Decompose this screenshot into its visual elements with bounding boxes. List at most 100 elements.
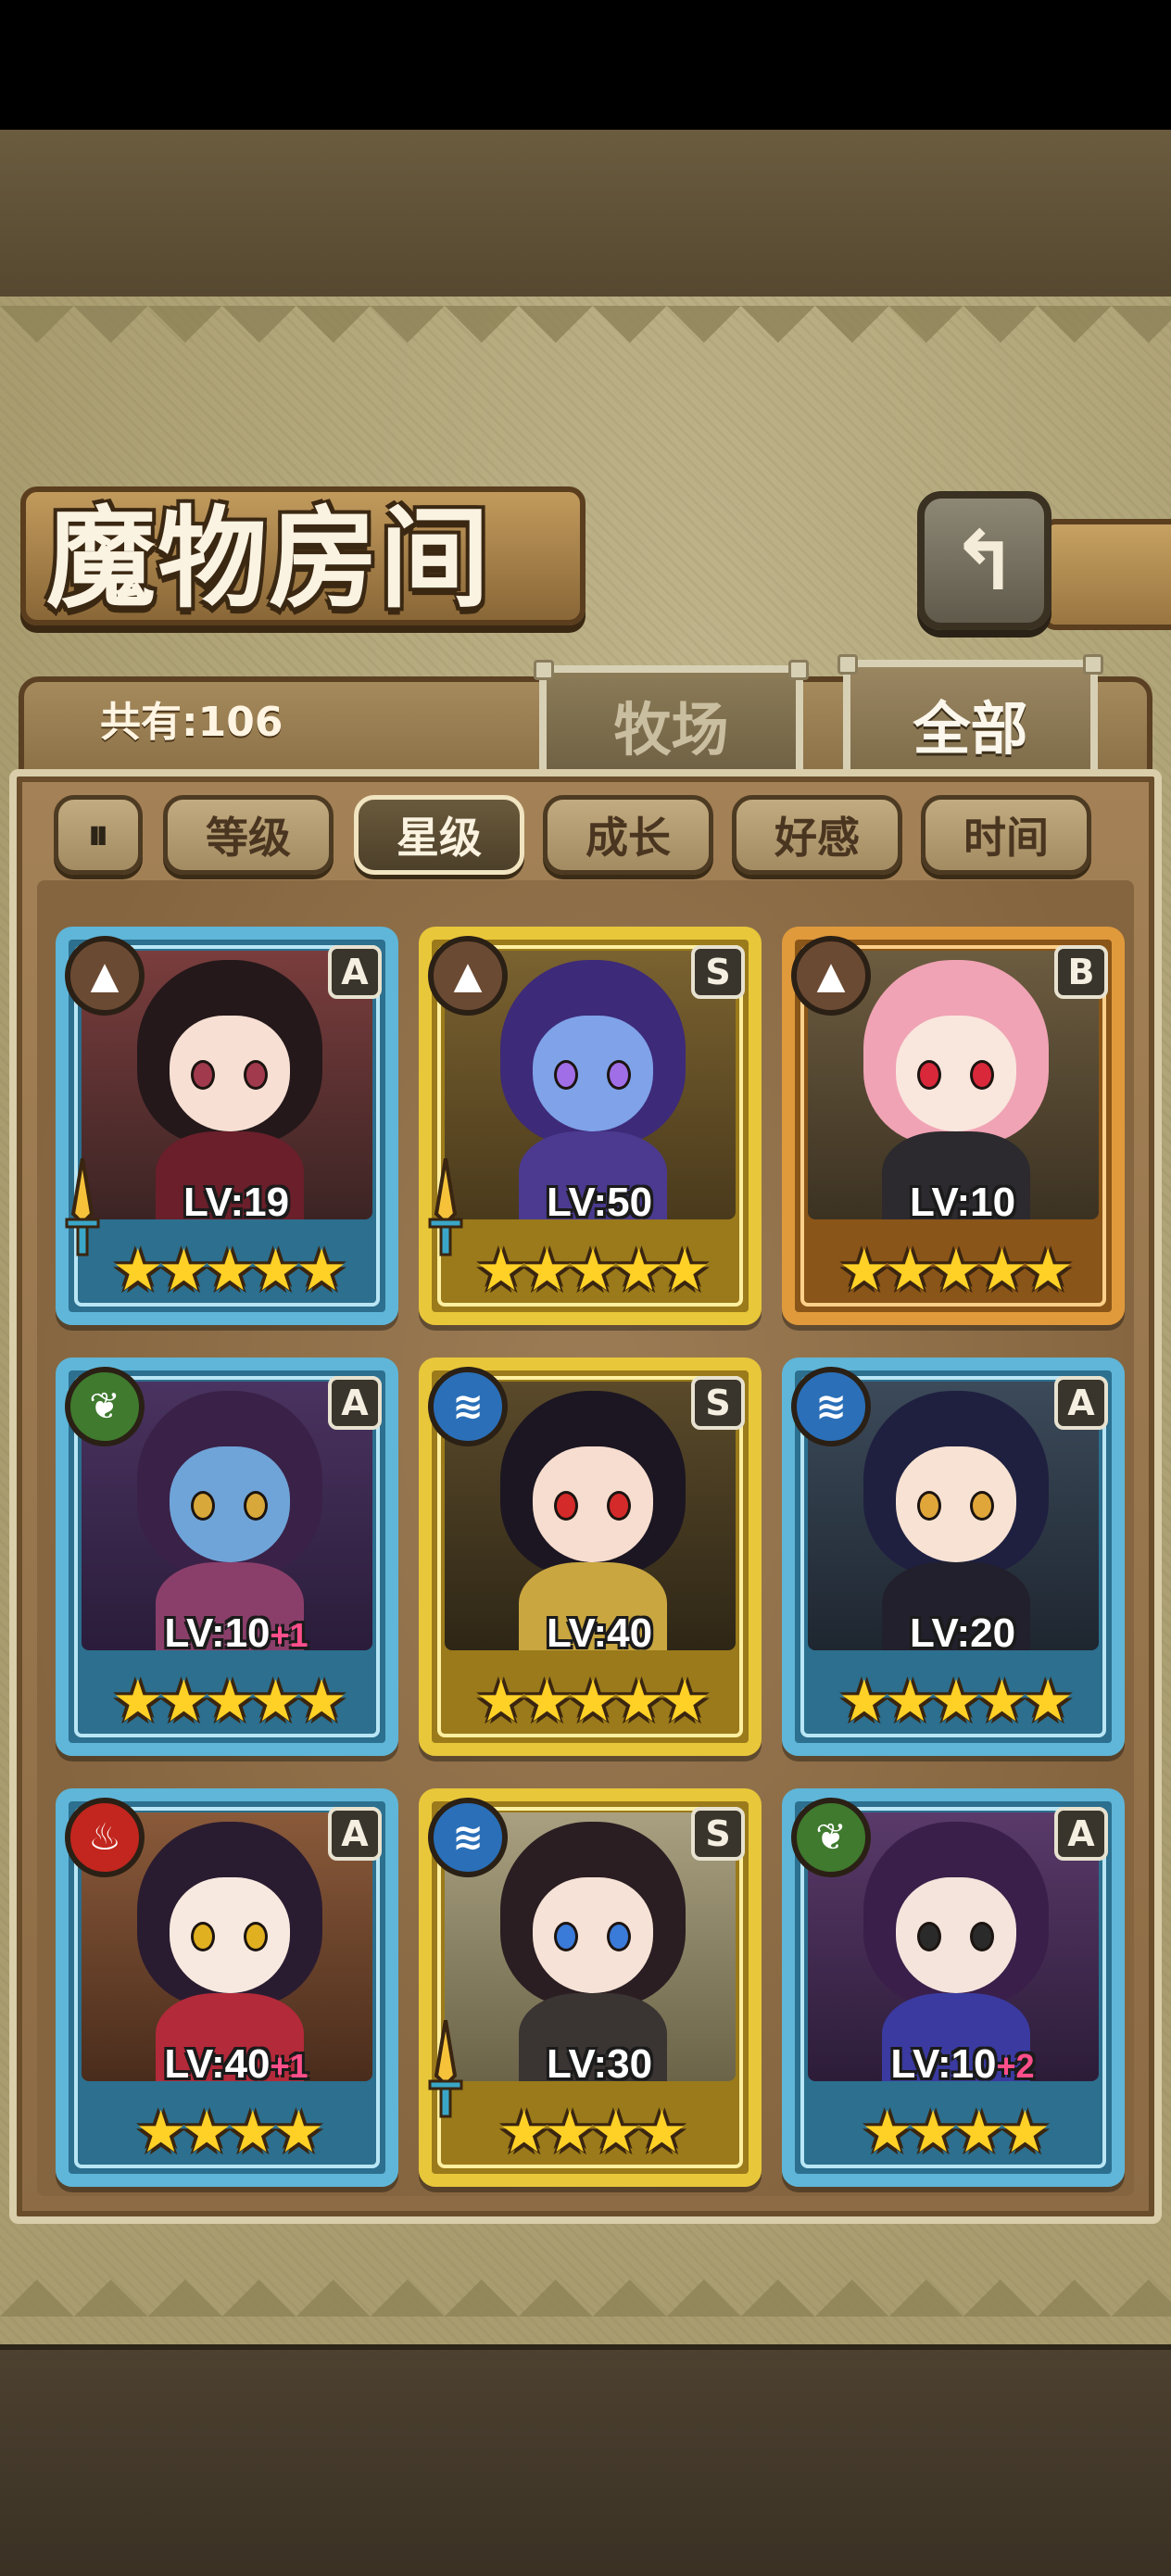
bottom-map-strip <box>0 2344 1171 2576</box>
rank-badge: B <box>1054 945 1108 999</box>
portrait-eye <box>970 1922 994 1951</box>
sort-affection-button[interactable]: 好感 <box>732 795 902 875</box>
tab-knob <box>788 660 809 680</box>
star-rating: ★★★★★ <box>93 1242 361 1307</box>
level-label: LV:10+1 <box>111 1606 361 1661</box>
sort-level-label: 等级 <box>206 813 291 863</box>
tab-farm-label: 牧场 <box>613 696 729 764</box>
rank-badge: S <box>691 1376 745 1430</box>
portrait-face <box>533 1446 653 1562</box>
sort-growth-button[interactable]: 成长 <box>543 795 713 875</box>
page-title: 魔物房间 <box>46 494 492 623</box>
portrait-eye <box>554 1060 578 1090</box>
back-button-tail <box>1042 519 1171 630</box>
sort-affection-label: 好感 <box>774 813 860 863</box>
level-bonus: +1 <box>270 1616 308 1654</box>
portrait-eye <box>554 1922 578 1951</box>
portrait-eye <box>607 1491 631 1521</box>
sort-growth-label: 成长 <box>586 813 671 863</box>
star-icons: ★★★★ <box>134 2098 324 2166</box>
level-label: LV:10 <box>837 1175 1088 1231</box>
star-icons: ★★★★★ <box>475 1236 711 1304</box>
star-rating: ★★★★★ <box>456 1673 724 1737</box>
monster-card[interactable]: ▲ B LV:10 ★★★★★ <box>782 927 1125 1325</box>
portrait-face <box>170 1877 290 1993</box>
parchment-zigzag-bottom <box>0 2242 1171 2317</box>
portrait-eye <box>244 1922 268 1951</box>
rank-badge: A <box>1054 1807 1108 1861</box>
sort-order-button[interactable]: ⏸ <box>54 795 143 875</box>
rank-badge: A <box>328 1807 382 1861</box>
leaf-icon: ❦ <box>791 1798 871 1877</box>
level-bonus: +2 <box>996 2047 1035 2085</box>
portrait-eye <box>191 1060 215 1090</box>
portrait-eye <box>191 1491 215 1521</box>
sort-star-label: 星级 <box>397 813 482 863</box>
back-button[interactable]: ↰ <box>917 491 1051 630</box>
level-bonus: +1 <box>270 2047 308 2085</box>
monster-card[interactable]: ≋ A LV:20 ★★★★★ <box>782 1357 1125 1756</box>
top-map-strip <box>0 130 1171 315</box>
rank-badge: A <box>328 1376 382 1430</box>
level-value: LV:40 <box>546 1610 653 1656</box>
monster-card[interactable]: ❦ A LV:10+2 ★★★★ <box>782 1788 1125 2187</box>
tab-knob <box>837 654 858 675</box>
portrait-eye <box>244 1060 268 1090</box>
mountain-icon: ▲ <box>791 936 871 1016</box>
leaf-icon: ❦ <box>65 1367 145 1446</box>
portrait-eye <box>970 1491 994 1521</box>
portrait-face <box>896 1446 1016 1562</box>
monster-card[interactable]: ❦ A LV:10+1 ★★★★★ <box>56 1357 398 1756</box>
star-rating: ★★★★★ <box>456 1242 724 1307</box>
portrait-eye <box>917 1491 941 1521</box>
portrait-eye <box>554 1491 578 1521</box>
portrait-eye <box>917 1922 941 1951</box>
fire-icon: ♨ <box>65 1798 145 1877</box>
sort-time-label: 时间 <box>963 813 1049 863</box>
monster-card[interactable]: ≋ S LV:30 ★★★★ <box>419 1788 762 2187</box>
star-icons: ★★★★★ <box>112 1667 347 1735</box>
level-value: LV:50 <box>546 1180 653 1225</box>
monster-card[interactable]: ▲ A LV:19 ★★★★★ <box>56 927 398 1325</box>
back-arrow-icon: ↰ <box>950 512 1019 609</box>
star-icons: ★★★★★ <box>838 1236 1074 1304</box>
portrait-eye <box>970 1060 994 1090</box>
rank-badge: A <box>328 945 382 999</box>
monster-card[interactable]: ≋ S LV:40 ★★★★★ <box>419 1357 762 1756</box>
level-value: LV:20 <box>909 1610 1016 1656</box>
star-rating: ★★★★★ <box>819 1673 1088 1737</box>
sort-star-button[interactable]: 星级 <box>354 795 524 875</box>
sort-time-button[interactable]: 时间 <box>921 795 1091 875</box>
level-value: LV:10 <box>164 1610 271 1656</box>
rank-badge: A <box>1054 1376 1108 1430</box>
level-label: LV:20 <box>837 1606 1088 1661</box>
monster-card[interactable]: ♨ A LV:40+1 ★★★★ <box>56 1788 398 2187</box>
sort-level-button[interactable]: 等级 <box>163 795 334 875</box>
level-value: LV:19 <box>183 1180 290 1225</box>
tab-farm[interactable]: 牧场 <box>534 660 809 777</box>
parchment-zigzag-top <box>0 306 1171 380</box>
level-label: LV:10+2 <box>837 2037 1088 2092</box>
portrait-face <box>533 1016 653 1131</box>
star-rating: ★★★★★ <box>819 1242 1088 1307</box>
portrait-eye <box>244 1491 268 1521</box>
star-icons: ★★★★★ <box>112 1236 347 1304</box>
monster-card[interactable]: ▲ S LV:50 ★★★★★ <box>419 927 762 1325</box>
star-icons: ★★★★★ <box>838 1667 1074 1735</box>
star-rating: ★★★★ <box>819 2103 1088 2168</box>
portrait-eye <box>917 1060 941 1090</box>
level-label: LV:40 <box>474 1606 724 1661</box>
rank-badge: S <box>691 1807 745 1861</box>
mountain-icon: ▲ <box>65 936 145 1016</box>
tab-knob <box>534 660 554 680</box>
sort-order-icon: ⏸ <box>87 809 109 859</box>
level-value: LV:10 <box>890 2041 997 2087</box>
tab-knob <box>1083 654 1103 675</box>
level-value: LV:30 <box>546 2041 653 2087</box>
star-icons: ★★★★ <box>497 2098 687 2166</box>
tab-all[interactable]: 全部 <box>837 654 1103 780</box>
level-label: LV:19 <box>111 1175 361 1231</box>
tab-all-label: 全部 <box>913 695 1028 763</box>
portrait-face <box>533 1877 653 1993</box>
monster-count: 共有:106 <box>100 699 283 746</box>
